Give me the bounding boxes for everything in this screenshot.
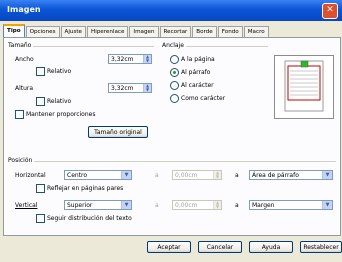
- follow-text-checkbox[interactable]: [36, 214, 45, 223]
- tab-hiperenlace[interactable]: Hiperenlace: [87, 26, 129, 37]
- position-group-title: Posición: [8, 157, 35, 164]
- mirror-label: Reflejar en páginas pares: [47, 185, 124, 192]
- horizontal-offset-value: 0,00cm: [175, 172, 198, 179]
- horizontal-offset-field[interactable]: 0,00cm ▲ ▼: [172, 170, 222, 180]
- chevron-down-icon: ▼: [325, 202, 330, 208]
- vertical-dropdown-button[interactable]: ▼: [121, 201, 131, 209]
- relative-height-label: Relativo: [47, 98, 72, 105]
- chevron-down-icon: ▼: [124, 172, 129, 178]
- vertical-label: Vertical: [15, 202, 38, 209]
- tab-imagen[interactable]: Imagen: [129, 26, 159, 37]
- anchor-group-title: Anclaje: [162, 42, 186, 49]
- tab-ajuste[interactable]: Ajuste: [60, 26, 86, 37]
- chevron-down-icon: ▼: [124, 202, 129, 208]
- anchor-character-label: Al carácter: [181, 82, 214, 89]
- horizontal-to-label: a: [235, 172, 239, 179]
- preview-graphic: [284, 60, 324, 112]
- tab-bar: Tipo Opciones Ajuste Hiperenlace Imagen …: [3, 24, 270, 37]
- vertical-offset-field[interactable]: 0,00cm ▲ ▼: [172, 200, 222, 210]
- keep-ratio-checkbox[interactable]: [15, 110, 24, 119]
- anchor-page-label: A la página: [181, 56, 215, 63]
- vertical-offset-value: 0,00cm: [175, 202, 198, 209]
- relative-height-checkbox[interactable]: [36, 97, 45, 106]
- chevron-down-icon: ▼: [325, 172, 330, 178]
- anchor-as-character-radio[interactable]: [170, 94, 179, 103]
- tab-panel-tipo: Tamaño Ancho 3,32cm ▲ ▼ Relativo Altura 3…: [3, 37, 341, 236]
- mirror-checkbox[interactable]: [36, 184, 45, 193]
- tab-macro[interactable]: Macro: [243, 26, 269, 37]
- vertical-value: Superior: [67, 202, 93, 209]
- horizontal-dropdown-button[interactable]: ▼: [121, 171, 131, 179]
- tab-borde[interactable]: Borde: [192, 26, 217, 37]
- vertical-ref-select[interactable]: Margen ▼: [249, 200, 333, 210]
- horizontal-value: Centro: [67, 172, 88, 179]
- height-value: 3,32cm: [111, 85, 134, 92]
- dialog-title: Imagen: [7, 5, 41, 14]
- width-label: Ancho: [15, 56, 34, 63]
- vertical-by-label: a: [155, 202, 159, 209]
- follow-text-label: Seguir distribución del texto: [47, 215, 132, 222]
- anchor-character-radio[interactable]: [170, 81, 179, 90]
- horizontal-ref-select[interactable]: Área de párrafo ▼: [249, 170, 333, 180]
- height-label: Altura: [15, 85, 34, 92]
- anchor-page-radio[interactable]: [170, 55, 179, 64]
- width-spinner[interactable]: ▲ ▼: [143, 55, 151, 63]
- anchor-as-character-label: Como carácter: [181, 95, 226, 102]
- tab-tipo[interactable]: Tipo: [3, 24, 25, 37]
- tab-recortar[interactable]: Recortar: [159, 26, 192, 37]
- vertical-ref-value: Margen: [252, 202, 275, 209]
- anchor-paragraph-label: Al párrafo: [181, 69, 211, 76]
- tab-opciones[interactable]: Opciones: [25, 26, 60, 37]
- keep-ratio-label: Mantener proporciones: [26, 111, 96, 118]
- reset-button[interactable]: Restablecer: [300, 241, 342, 253]
- relative-width-label: Relativo: [47, 68, 72, 75]
- horizontal-by-label: a: [155, 172, 159, 179]
- height-spinner[interactable]: ▲ ▼: [143, 84, 151, 92]
- original-size-button[interactable]: Tamaño original: [88, 126, 148, 138]
- horizontal-label: Horizontal: [15, 172, 46, 179]
- width-value: 3,32cm: [111, 56, 134, 63]
- title-bar[interactable]: Imagen ✕: [0, 0, 342, 21]
- horizontal-offset-spinner[interactable]: ▲ ▼: [213, 171, 221, 179]
- vertical-ref-dropdown-button[interactable]: ▼: [322, 201, 332, 209]
- help-button[interactable]: Ayuda: [249, 241, 293, 253]
- vertical-offset-spinner[interactable]: ▲ ▼: [213, 201, 221, 209]
- vertical-select[interactable]: Superior ▼: [64, 200, 132, 210]
- vertical-to-label: a: [235, 202, 239, 209]
- image-dialog: Imagen ✕ Tipo Opciones Ajuste Hiperenlac…: [0, 0, 342, 262]
- width-field[interactable]: 3,32cm ▲ ▼: [108, 54, 152, 64]
- layout-preview: [274, 55, 334, 119]
- ok-button[interactable]: Aceptar: [147, 241, 191, 253]
- close-button[interactable]: ✕: [322, 3, 338, 19]
- close-icon: ✕: [326, 5, 334, 15]
- horizontal-ref-dropdown-button[interactable]: ▼: [322, 171, 332, 179]
- size-group-title: Tamaño: [8, 42, 34, 49]
- horizontal-select[interactable]: Centro ▼: [64, 170, 132, 180]
- position-group-line: [8, 161, 336, 162]
- horizontal-ref-value: Área de párrafo: [252, 172, 299, 179]
- anchor-paragraph-radio[interactable]: [170, 68, 179, 77]
- height-field[interactable]: 3,32cm ▲ ▼: [108, 83, 152, 93]
- relative-width-checkbox[interactable]: [36, 67, 45, 76]
- tab-fondo[interactable]: Fondo: [217, 26, 243, 37]
- cancel-button[interactable]: Cancelar: [198, 241, 242, 253]
